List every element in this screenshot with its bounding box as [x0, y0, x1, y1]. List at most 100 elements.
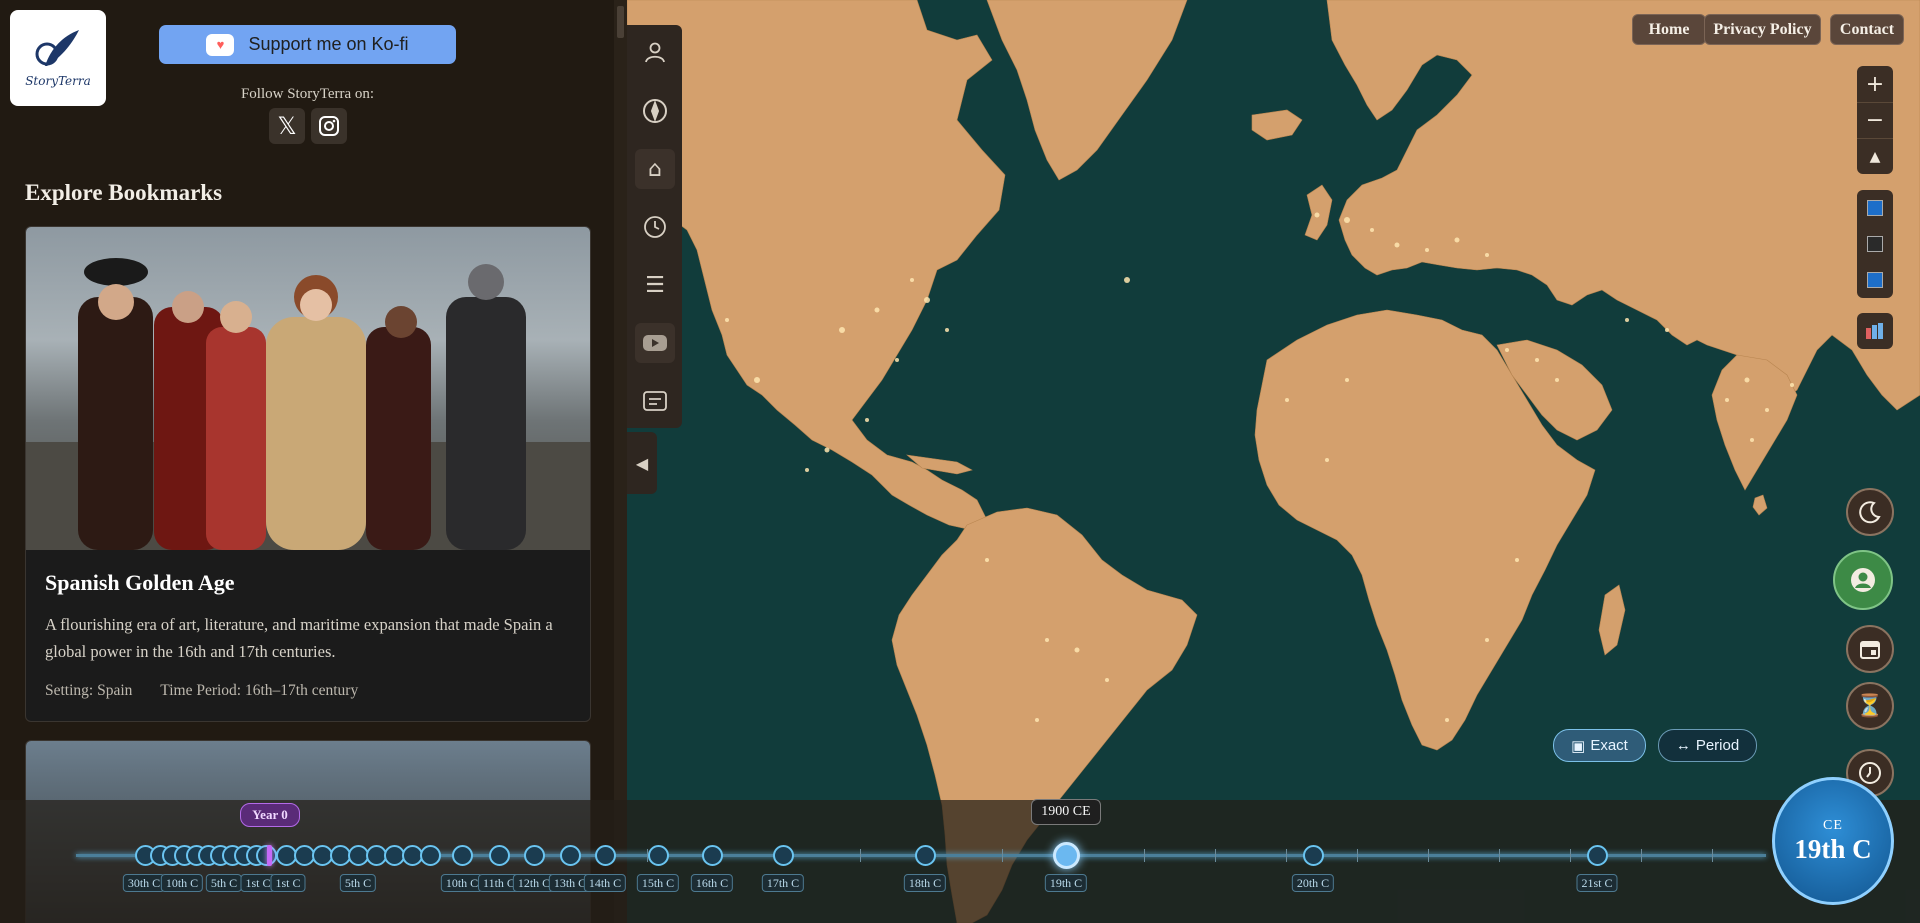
period-mode-button[interactable]: ↔ Period: [1658, 729, 1757, 762]
calendar-icon: [1860, 641, 1880, 659]
calendar-button[interactable]: [1846, 625, 1894, 673]
timeline-node[interactable]: [452, 845, 473, 866]
year-zero-marker: [267, 845, 272, 866]
x-icon[interactable]: 𝕏: [269, 108, 305, 144]
storyterra-logo[interactable]: StoryTerra: [10, 10, 106, 106]
layer-down-button[interactable]: [1857, 262, 1893, 298]
bookmark-card[interactable]: Spanish Golden Age A flourishing era of …: [25, 226, 591, 722]
timeline-node[interactable]: [1303, 845, 1324, 866]
timeline-tick: [1144, 849, 1145, 862]
timeline-node[interactable]: [702, 845, 723, 866]
timeline-node[interactable]: [1587, 845, 1608, 866]
timeline-node[interactable]: [915, 845, 936, 866]
nav-home[interactable]: Home: [1632, 14, 1706, 45]
timeline-tick: [860, 849, 861, 862]
nav-privacy-policy[interactable]: Privacy Policy: [1704, 14, 1821, 45]
account-circle-icon: [1851, 568, 1875, 592]
timeline-tick: [1712, 849, 1713, 862]
india: [1711, 354, 1798, 491]
timeline-tick: [1002, 849, 1003, 862]
timeline-tick: [1499, 849, 1500, 862]
timeline-century-label[interactable]: 16th C: [690, 874, 734, 892]
layer-dark-icon: [1867, 236, 1883, 252]
bookmark-card-title: Spanish Golden Age: [45, 570, 235, 595]
side-toolbar: ⌂ ☰: [627, 25, 682, 428]
current-date-tooltip: 1900 CE: [1031, 799, 1101, 825]
collapse-panel-button[interactable]: ◀: [627, 432, 657, 494]
compass-icon[interactable]: [635, 91, 675, 131]
timeline-node[interactable]: [773, 845, 794, 866]
account-button[interactable]: [1833, 550, 1893, 610]
nav-contact[interactable]: Contact: [1830, 14, 1904, 45]
bookmark-card-image: [26, 227, 590, 550]
moon-icon: [1859, 501, 1881, 524]
layer-up-button[interactable]: [1857, 190, 1893, 226]
timeline-node-active[interactable]: [1053, 842, 1080, 869]
madagascar: [1598, 584, 1626, 656]
kofi-label: Support me on Ko-fi: [248, 34, 409, 54]
quill-logo-icon: [35, 30, 79, 66]
subtitles-icon[interactable]: [635, 381, 675, 421]
clock-icon[interactable]: [635, 207, 675, 247]
timeline-tick: [1357, 849, 1358, 862]
timeline-century-label[interactable]: 14th C: [583, 874, 627, 892]
timeline-century-label[interactable]: 1st C: [270, 874, 306, 892]
bookmark-card-setting: Setting: Spain: [45, 682, 133, 699]
logo-text: StoryTerra: [25, 74, 91, 88]
north-america: [627, 0, 1006, 531]
panel-scrollbar[interactable]: [614, 0, 627, 923]
home-icon[interactable]: ⌂: [635, 149, 675, 189]
era-label: CE: [1823, 817, 1843, 833]
reset-north-button[interactable]: ▲: [1857, 138, 1893, 174]
timeline-century-label[interactable]: 21st C: [1576, 874, 1618, 892]
exact-label: Exact: [1590, 737, 1628, 754]
timeline-node[interactable]: [595, 845, 616, 866]
timeline-century-label[interactable]: 17th C: [761, 874, 805, 892]
timeline-century-label[interactable]: 5th C: [339, 874, 377, 892]
dark-mode-button[interactable]: [1846, 488, 1894, 536]
timeline-century-label[interactable]: 30th C: [122, 874, 166, 892]
timeline-century-label[interactable]: 18th C: [903, 874, 947, 892]
timeline-century-label[interactable]: 5th C: [205, 874, 243, 892]
menu-icon[interactable]: ☰: [635, 265, 675, 305]
timeline-century-label[interactable]: 20th C: [1291, 874, 1335, 892]
hourglass-button[interactable]: ⏳: [1846, 682, 1894, 730]
bookmark-card-time-period: Time Period: 16th–17th century: [160, 682, 359, 699]
greenland: [986, 0, 1188, 181]
scrollbar-thumb[interactable]: [617, 6, 624, 38]
timeline-tick: [1286, 849, 1287, 862]
period-label: Period: [1695, 737, 1740, 754]
double-arrow-icon: ↔: [1675, 737, 1691, 754]
timeline-node[interactable]: [648, 845, 669, 866]
explore-bookmarks-heading: Explore Bookmarks: [25, 180, 223, 205]
world-map[interactable]: [627, 0, 1920, 923]
left-panel[interactable]: StoryTerra ♥ Support me on Ko-fi Follow …: [0, 0, 627, 923]
timeline-node[interactable]: [524, 845, 545, 866]
zoom-out-button[interactable]: −: [1857, 102, 1893, 138]
follow-text: Follow StoryTerra on:: [240, 86, 375, 102]
timeline-node[interactable]: [560, 845, 581, 866]
world-map-land: [627, 0, 1920, 923]
timeline-tick: [1570, 849, 1571, 862]
timeline-century-label[interactable]: 10th C: [440, 874, 484, 892]
map-style-button[interactable]: [1857, 313, 1893, 349]
user-icon[interactable]: [635, 32, 675, 72]
timeline-tick: [1641, 849, 1642, 862]
century-badge[interactable]: CE 19th C: [1772, 777, 1894, 905]
youtube-icon[interactable]: [635, 323, 675, 363]
layer-dark-button[interactable]: [1857, 226, 1893, 262]
kofi-support-button[interactable]: ♥ Support me on Ko-fi: [159, 25, 456, 64]
iceland: [1251, 109, 1303, 141]
zoom-in-button[interactable]: +: [1857, 66, 1893, 102]
layer-blue-up-icon: [1867, 272, 1883, 288]
exact-mode-button[interactable]: ▣ Exact: [1553, 729, 1646, 762]
great-britain: [1304, 184, 1333, 241]
year-zero-badge: Year 0: [240, 803, 300, 827]
timeline-century-label[interactable]: 19th C: [1044, 874, 1088, 892]
timeline-node[interactable]: [489, 845, 510, 866]
timeline-century-label[interactable]: 10th C: [160, 874, 204, 892]
calendar-small-icon: ▣: [1571, 737, 1586, 755]
timeline-node[interactable]: [420, 845, 441, 866]
timeline-century-label[interactable]: 15th C: [636, 874, 680, 892]
instagram-icon[interactable]: [311, 108, 347, 144]
